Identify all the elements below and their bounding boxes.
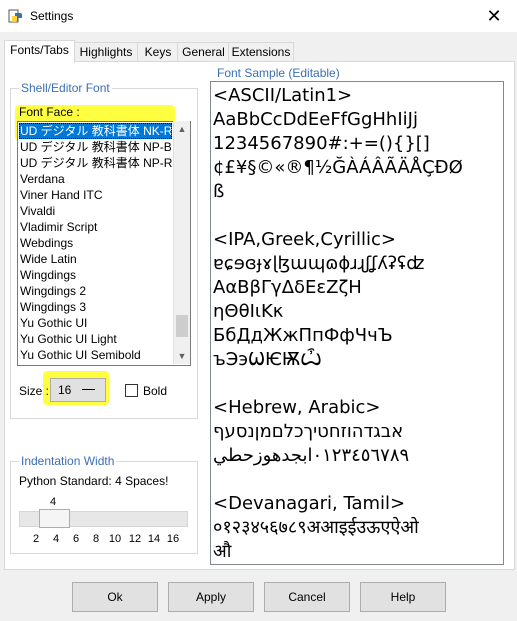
font-size-value: 16 [58, 383, 72, 397]
sample-line: ɐɕɘɞɟɤɭɮɯɰɷɸɹɻʃʆʎʡʢʣ [213, 253, 425, 274]
cancel-button[interactable]: Cancel [264, 582, 350, 612]
tab-extensions[interactable]: Extensions [228, 42, 294, 62]
dropdown-icon [82, 389, 95, 390]
sample-line: <ASCII/Latin1> [213, 85, 353, 106]
slider-tick-label: 14 [147, 533, 161, 545]
font-list-item[interactable]: UD デジタル 教科書体 NP-R [20, 155, 172, 171]
sample-line: ηΘθΙιΚκ [213, 301, 284, 322]
indentation-width-title: Indentation Width [19, 454, 117, 468]
tab-fonts-tabs[interactable]: Fonts/Tabs [4, 40, 75, 63]
sample-line: <IPA,Greek,Cyrillic> [213, 229, 396, 250]
help-button[interactable]: Help [360, 582, 446, 612]
bold-label: Bold [143, 384, 168, 398]
font-list-scrollbar[interactable]: ▲ ▼ [173, 121, 190, 364]
python-app-icon [8, 9, 22, 23]
font-sample-textarea[interactable]: <ASCII/Latin1> AaBbCcDdEeFfGgHhIiJj 1234… [210, 81, 504, 565]
sample-line: אבגדהוזחטיךכלםמןנסעף [213, 421, 404, 442]
slider-tick-label: 16 [166, 533, 180, 545]
bold-checkbox[interactable] [125, 384, 138, 397]
title-bar: Settings ✕ [0, 0, 517, 32]
indentation-slider-thumb[interactable] [39, 509, 70, 528]
scroll-thumb[interactable] [176, 315, 188, 337]
sample-line: ß [213, 181, 225, 202]
scroll-down-icon[interactable]: ▼ [174, 348, 190, 364]
slider-tick-label: 8 [92, 533, 100, 545]
font-list-item[interactable]: Verdana [20, 171, 65, 187]
font-list-item-selected[interactable]: UD デジタル 教科書体 NK-R [19, 123, 172, 139]
slider-tick-label: 10 [108, 533, 122, 545]
sample-line: БбДдЖжПпФфЧчЪ [213, 325, 393, 346]
font-face-label: Font Face : [19, 105, 80, 119]
shell-editor-font-title: Shell/Editor Font [19, 81, 112, 95]
font-list-item[interactable]: Wingdings 3 [20, 299, 86, 315]
font-list-item[interactable]: Vivaldi [20, 203, 55, 219]
sample-line: औ [213, 541, 232, 562]
slider-tick-label: 6 [72, 533, 80, 545]
tab-general[interactable]: General [177, 42, 230, 62]
sample-line: ΑαΒβΓγΔδΕεΖζΗ [213, 277, 362, 298]
sample-line: ¢£¥§©«®¶½ĞÀÁÂÃÄÅÇÐØ [213, 157, 463, 178]
sample-line: AaBbCcDdEeFfGgHhIiJj [213, 109, 418, 130]
font-list-item[interactable]: Webdings [20, 235, 73, 251]
close-button[interactable]: ✕ [471, 0, 517, 32]
apply-button[interactable]: Apply [168, 582, 254, 612]
font-list-item[interactable]: UD デジタル 教科書体 NP-B [20, 139, 172, 155]
slider-tick-label: 2 [32, 533, 40, 545]
sample-line: ٠١٢٣٤٥٦٧٨٩ابجدهوزحطي [213, 445, 410, 466]
scroll-up-icon[interactable]: ▲ [174, 121, 190, 137]
sample-line: 1234567890#:+=(){}[] [213, 133, 430, 154]
font-face-listbox[interactable]: UD デジタル 教科書体 NK-R UD デジタル 教科書体 NP-B UD デ… [17, 121, 191, 366]
font-list-item[interactable]: Viner Hand ITC [20, 187, 102, 203]
font-list-item[interactable]: Vladimir Script [20, 219, 97, 235]
slider-tick-label: 4 [52, 533, 60, 545]
sample-line: <Hebrew, Arabic> [213, 397, 381, 418]
font-size-select[interactable]: 16 [50, 378, 106, 402]
slider-tick-label: 12 [128, 533, 142, 545]
window-title: Settings [30, 9, 74, 23]
size-label: Size : [19, 384, 50, 398]
sample-line: ०१२३४५६७८९अआइईउऊएऐओ [213, 517, 419, 538]
indentation-description: Python Standard: 4 Spaces! [19, 474, 169, 488]
font-list-item[interactable]: Yu Gothic UI [20, 315, 87, 331]
font-sample-title: Font Sample (Editable) [217, 66, 340, 80]
sample-line: ъЭэѠѤѬѼ [213, 349, 322, 370]
sample-line: <Devanagari, Tamil> [213, 493, 406, 514]
font-list-item[interactable]: Yu Gothic UI Semibold [20, 347, 141, 363]
tab-highlights[interactable]: Highlights [73, 42, 139, 62]
font-list-item[interactable]: Wingdings 2 [20, 283, 86, 299]
indentation-slider-value: 4 [50, 496, 57, 508]
font-list-item[interactable]: Yu Gothic UI Light [20, 331, 117, 347]
close-icon: ✕ [486, 5, 502, 26]
ok-button[interactable]: Ok [72, 582, 158, 612]
tab-keys[interactable]: Keys [137, 42, 179, 62]
font-list-item[interactable]: Wingdings [20, 267, 76, 283]
font-list-item[interactable]: Wide Latin [20, 251, 77, 267]
